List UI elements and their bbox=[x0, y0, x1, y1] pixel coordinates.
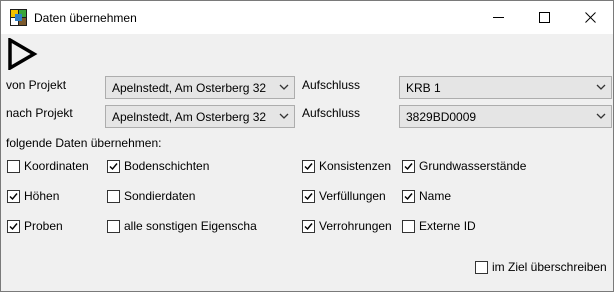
check-icon bbox=[404, 162, 413, 170]
option-checkbox[interactable]: Konsistenzen bbox=[302, 158, 391, 174]
app-logo-icon bbox=[10, 9, 27, 26]
maximize-button[interactable] bbox=[521, 1, 567, 34]
option-box[interactable] bbox=[402, 159, 415, 173]
option-box[interactable] bbox=[107, 159, 120, 173]
option-checkbox[interactable]: Grundwasserstände bbox=[402, 158, 526, 174]
option-box[interactable] bbox=[7, 159, 20, 173]
target-outcrop-value: 3829BD0009 bbox=[406, 110, 477, 124]
close-button[interactable] bbox=[567, 1, 613, 34]
option-label: Proben bbox=[24, 219, 63, 233]
target-project-label: nach Projekt bbox=[6, 106, 73, 120]
option-checkbox[interactable]: Verrohrungen bbox=[302, 218, 392, 234]
play-icon bbox=[8, 36, 38, 72]
option-box[interactable] bbox=[7, 189, 20, 203]
target-project-select[interactable]: Apelnstedt, Am Osterberg 32 bbox=[105, 105, 295, 128]
option-checkbox[interactable]: Name bbox=[402, 188, 451, 204]
check-icon bbox=[304, 162, 313, 170]
option-checkbox[interactable]: Proben bbox=[7, 218, 63, 234]
option-label: Sondierdaten bbox=[124, 189, 196, 203]
option-box[interactable] bbox=[302, 189, 315, 203]
check-icon bbox=[109, 162, 118, 170]
check-icon bbox=[404, 192, 413, 200]
chevron-down-icon bbox=[596, 113, 606, 119]
option-checkbox[interactable]: Bodenschichten bbox=[107, 158, 209, 174]
option-checkbox[interactable]: alle sonstigen Eigenscha bbox=[107, 218, 257, 234]
target-outcrop-label: Aufschluss bbox=[302, 106, 361, 120]
option-label: alle sonstigen Eigenscha bbox=[124, 219, 257, 233]
option-label: Verfüllungen bbox=[319, 189, 386, 203]
option-label: Verrohrungen bbox=[319, 219, 392, 233]
option-label: Koordinaten bbox=[24, 159, 89, 173]
check-icon bbox=[304, 192, 313, 200]
minimize-button[interactable] bbox=[475, 1, 521, 34]
overwrite-checkbox[interactable]: im Ziel überschreiben bbox=[475, 259, 607, 275]
option-box[interactable] bbox=[302, 219, 315, 233]
option-label: Externe ID bbox=[419, 219, 476, 233]
option-label: Bodenschichten bbox=[124, 159, 210, 173]
option-checkbox[interactable]: Verfüllungen bbox=[302, 188, 386, 204]
option-checkbox[interactable]: Koordinaten bbox=[7, 158, 89, 174]
option-box[interactable] bbox=[7, 219, 20, 233]
close-icon bbox=[584, 12, 596, 23]
chevron-down-icon bbox=[279, 113, 289, 119]
option-box[interactable] bbox=[107, 219, 120, 233]
option-box[interactable] bbox=[107, 189, 120, 203]
source-outcrop-label: Aufschluss bbox=[302, 78, 361, 92]
option-checkbox[interactable]: Externe ID bbox=[402, 218, 476, 234]
option-checkbox[interactable]: Sondierdaten bbox=[107, 188, 195, 204]
target-project-value: Apelnstedt, Am Osterberg 32 bbox=[112, 110, 267, 124]
overwrite-box[interactable] bbox=[475, 260, 488, 274]
check-icon bbox=[9, 192, 18, 200]
check-icon bbox=[9, 222, 18, 230]
maximize-icon bbox=[538, 12, 550, 23]
source-project-select[interactable]: Apelnstedt, Am Osterberg 32 bbox=[105, 76, 295, 99]
overwrite-label: im Ziel überschreiben bbox=[492, 260, 607, 274]
section-label: folgende Daten übernehmen: bbox=[6, 136, 162, 150]
source-project-label: von Projekt bbox=[6, 78, 67, 92]
option-box[interactable] bbox=[402, 219, 415, 233]
source-project-value: Apelnstedt, Am Osterberg 32 bbox=[112, 81, 267, 95]
title-bar[interactable]: Daten übernehmen bbox=[1, 1, 613, 34]
option-box[interactable] bbox=[302, 159, 315, 173]
option-box[interactable] bbox=[402, 189, 415, 203]
source-outcrop-value: KRB 1 bbox=[406, 81, 441, 95]
chevron-down-icon bbox=[596, 84, 606, 90]
run-button[interactable] bbox=[6, 36, 38, 72]
source-outcrop-select[interactable]: KRB 1 bbox=[399, 76, 612, 99]
check-icon bbox=[304, 222, 313, 230]
option-label: Konsistenzen bbox=[319, 159, 392, 173]
target-outcrop-select[interactable]: 3829BD0009 bbox=[399, 105, 612, 128]
minimize-icon bbox=[492, 17, 504, 18]
option-label: Grundwasserstände bbox=[419, 159, 527, 173]
option-label: Höhen bbox=[24, 189, 60, 203]
option-checkbox[interactable]: Höhen bbox=[7, 188, 59, 204]
dialog-window: Daten übernehmen von Projekt Apelnstedt,… bbox=[0, 0, 614, 292]
window-title: Daten übernehmen bbox=[34, 11, 137, 25]
option-label: Name bbox=[419, 189, 452, 203]
chevron-down-icon bbox=[279, 84, 289, 90]
